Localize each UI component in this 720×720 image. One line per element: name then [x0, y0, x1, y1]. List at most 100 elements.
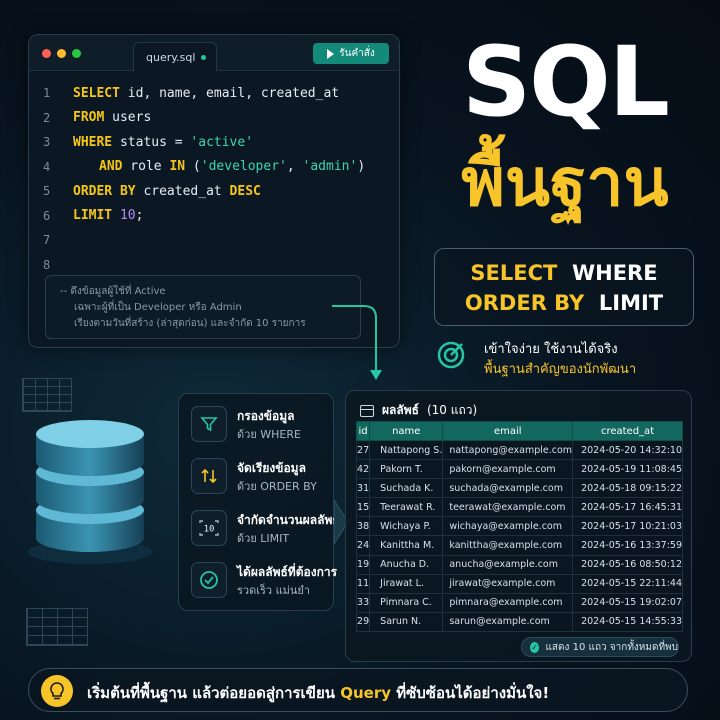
table-row[interactable]: 19 Anucha D. anucha@example.com 2024-05-16 …: [355, 554, 683, 575]
table-cell: sarun@example.com: [442, 611, 574, 632]
table-cell: 19: [355, 554, 371, 575]
code-string: 'admin': [302, 159, 358, 175]
table-row[interactable]: 24 Kanittha M. kanittha@example.com 2024-05…: [355, 535, 683, 556]
table-cell: 38: [355, 516, 371, 537]
unsaved-dot-icon: [201, 55, 206, 60]
comment-line: เรียงตามวันที่สร้าง (ล่าสุดก่อน) และจำกั…: [74, 318, 306, 329]
tab-query-sql[interactable]: query.sql: [133, 42, 217, 71]
code-text: (: [185, 159, 201, 175]
close-window-dot[interactable]: [42, 49, 51, 58]
banner-highlight: Query: [340, 684, 391, 702]
code-area[interactable]: 1 SELECT id, name, email, created_at 2 FRO…: [29, 81, 399, 277]
table-cell: Kanittha M.: [369, 535, 444, 556]
table-grid-decoration: [22, 378, 72, 412]
filter-icon: [191, 406, 227, 442]
table-cell: Pimnara C.: [369, 592, 444, 613]
lightbulb-icon: [41, 675, 73, 707]
table-row[interactable]: 27 Nattapong S. nattapong@example.com 2024-…: [355, 439, 683, 461]
table-cell: pakorn@example.com: [442, 459, 574, 480]
column-header-name[interactable]: name: [369, 421, 444, 441]
code-comment-box: -- ดึงข้อมูลผู้ใช้ที่ Active เฉพาะผู้ที่…: [45, 275, 361, 339]
target-icon: [437, 341, 465, 369]
sql-keyword: ORDER BY: [73, 183, 136, 199]
check-circle-icon: [191, 562, 227, 598]
step-filter: กรองข้อมูล ด้วย WHERE: [191, 404, 331, 444]
table-grid-decoration: [26, 608, 88, 646]
step-sort: จัดเรียงข้อมูล ด้วย ORDER BY: [191, 456, 331, 496]
table-cell: 27: [355, 439, 371, 461]
banner-text-part: ที่ซับซ้อนได้อย่างมั่นใจ!: [391, 684, 550, 702]
play-icon: [327, 48, 335, 59]
tagline-primary: เข้าใจง่าย ใช้งานได้จริง: [484, 342, 618, 357]
tagline-secondary: พื้นฐานสำคัญของนักพัฒนา: [484, 362, 637, 377]
table-cell: jirawat@example.com: [442, 573, 574, 594]
run-button[interactable]: รันคำสั่ง: [313, 43, 389, 64]
minimize-window-dot[interactable]: [57, 49, 66, 58]
results-header: ผลลัพธ์ (10 แถว): [360, 401, 477, 420]
sql-keyword: FROM: [73, 110, 105, 126]
table-row[interactable]: 11 Jirawat L. jirawat@example.com 2024-05-1…: [355, 573, 683, 594]
sql-keyword: SELECT: [73, 85, 120, 101]
results-title: ผลลัพธ์: [382, 403, 419, 417]
table-cell: 11: [355, 573, 371, 594]
table-header-row: id name email created_at: [355, 421, 683, 441]
table-cell: nattapong@example.com: [442, 439, 574, 461]
table-cell: pimnara@example.com: [442, 592, 574, 613]
table-cell: 2024-05-20 14:32:10: [572, 439, 683, 461]
bottom-banner: เริ่มต้นที่พื้นฐาน แล้วต่อยอดสู่การเขียน…: [28, 668, 688, 712]
code-text: role: [122, 159, 170, 175]
table-cell: kanittha@example.com: [442, 535, 574, 556]
sql-keyword: AND: [99, 159, 123, 175]
step-result: ได้ผลลัพธ์ที่ต้องการ รวดเร็ว แม่นยำ: [191, 560, 337, 600]
code-line: 8: [29, 253, 399, 278]
sql-keyword: DESC: [229, 183, 261, 199]
code-text: ): [357, 159, 366, 175]
line-number: 3: [43, 135, 51, 150]
line-number: 5: [43, 184, 51, 199]
column-header-id[interactable]: id: [355, 421, 371, 441]
table-cell: 15: [355, 497, 371, 518]
code-text: ,: [286, 159, 303, 175]
table-row[interactable]: 15 Teerawat R. teerawat@example.com 2024-05…: [355, 497, 683, 518]
table-cell: anucha@example.com: [442, 554, 574, 575]
keyword-limit: LIMIT: [598, 291, 664, 315]
table-row[interactable]: 38 Wichaya P. wichaya@example.com 2024-05-1…: [355, 516, 683, 537]
code-string: 'active': [190, 134, 254, 150]
line-number: 1: [43, 86, 51, 101]
code-text: users: [104, 110, 152, 126]
code-string: 'developer': [200, 159, 287, 175]
table-row[interactable]: 33 Pimnara C. pimnara@example.com 2024-05-1…: [355, 592, 683, 613]
table-cell: teerawat@example.com: [442, 497, 574, 518]
code-line: 6 LIMIT 10;: [29, 204, 399, 229]
sort-icon: [191, 458, 227, 494]
comment-line: -- ดึงข้อมูลผู้ใช้ที่ Active: [60, 286, 166, 297]
limit-icon: 10: [191, 510, 227, 546]
sql-keyword: WHERE: [73, 134, 113, 150]
svg-text:10: 10: [204, 525, 215, 535]
table-row[interactable]: 29 Sarun N. sarun@example.com 2024-05-15 14…: [355, 611, 683, 632]
code-line: 1 SELECT id, name, email, created_at: [29, 81, 399, 106]
check-icon: ✓: [530, 641, 540, 653]
step-subtitle: ด้วย WHERE: [237, 428, 301, 441]
table-row[interactable]: 42 Pakorn T. pakorn@example.com 2024-05-19 …: [355, 459, 683, 480]
step-subtitle: รวดเร็ว แม่นยำ: [237, 584, 311, 597]
maximize-window-dot[interactable]: [72, 49, 81, 58]
code-number: 10: [112, 208, 136, 224]
results-footer: ✓ แสดง 10 แถว จากทั้งหมดที่พบ: [521, 637, 679, 657]
code-text: status =: [112, 134, 191, 150]
line-number: 6: [43, 208, 51, 223]
table-cell: 2024-05-16 08:50:12: [572, 554, 683, 575]
code-line: 3 WHERE status = 'active': [29, 130, 399, 155]
tab-label: query.sql: [146, 51, 196, 64]
step-subtitle: ด้วย ORDER BY: [237, 480, 317, 493]
column-header-email[interactable]: email: [442, 421, 574, 441]
table-row[interactable]: 31 Suchada K. suchada@example.com 2024-05-1…: [355, 478, 683, 499]
code-text: id, name, email, created_at: [119, 85, 340, 101]
table-cell: Pakorn T.: [369, 459, 444, 480]
table-cell: 2024-05-17 16:45:31: [572, 497, 683, 518]
step-title: จำกัดจำนวนผลลัพธ์: [237, 513, 340, 527]
step-title: กรองข้อมูล: [237, 409, 295, 423]
column-header-created-at[interactable]: created_at: [572, 421, 683, 441]
code-line: 4 AND role IN ('developer', 'admin'): [29, 155, 399, 180]
code-text: created_at: [135, 183, 230, 199]
